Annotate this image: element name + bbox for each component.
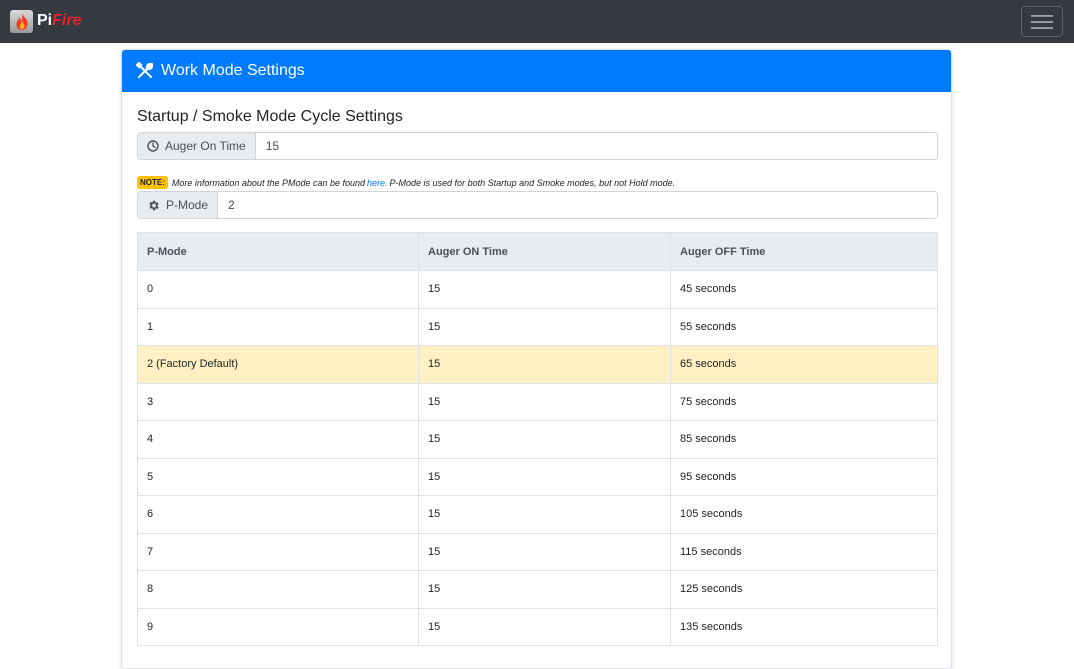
table-row: 6 15 105 seconds: [137, 495, 938, 534]
tools-icon: [136, 62, 154, 80]
pmode-info-link[interactable]: here.: [367, 178, 388, 188]
header-pmode: P-Mode: [137, 232, 419, 271]
auger-on-time-label: Auger On Time: [138, 133, 256, 159]
cell-pmode: 7: [137, 532, 419, 571]
gear-icon: [149, 200, 159, 210]
cell-auger-on: 15: [418, 270, 671, 309]
navbar-toggle-button[interactable]: [1021, 6, 1063, 37]
cell-auger-off: 135 seconds: [670, 607, 938, 646]
section-title: Startup / Smoke Mode Cycle Settings: [137, 108, 403, 125]
table-row-selected: 2 (Factory Default) 15 65 seconds: [137, 345, 938, 384]
note-text-after: P-Mode is used for both Startup and Smok…: [389, 177, 676, 188]
auger-on-time-label-text: Auger On Time: [165, 139, 246, 153]
cell-pmode: 9: [137, 607, 419, 646]
auger-on-time-group: Auger On Time: [137, 132, 938, 160]
cell-pmode: 8: [137, 570, 419, 609]
note-badge: NOTE:: [137, 176, 168, 189]
table-row: 0 15 45 seconds: [137, 270, 938, 309]
cell-auger-on: 15: [418, 420, 671, 459]
cell-auger-off: 85 seconds: [670, 420, 938, 459]
cell-auger-on: 15: [418, 307, 671, 346]
pmode-group: P-Mode: [137, 191, 938, 219]
cell-auger-on: 15: [418, 382, 671, 421]
cell-auger-off: 95 seconds: [670, 457, 938, 496]
cell-pmode: 2 (Factory Default): [137, 345, 419, 384]
table-row: 9 15 135 seconds: [137, 607, 938, 646]
pmode-input[interactable]: [218, 192, 937, 218]
cell-auger-on: 15: [418, 607, 671, 646]
card-title: Work Mode Settings: [161, 62, 305, 79]
flame-icon: [10, 9, 33, 33]
brand-link[interactable]: Pi Fire: [10, 8, 81, 34]
cell-pmode: 0: [137, 270, 419, 309]
header-auger-on: Auger ON Time: [418, 232, 671, 271]
cell-pmode: 6: [137, 495, 419, 534]
cell-auger-off: 45 seconds: [670, 270, 938, 309]
table-row: 5 15 95 seconds: [137, 457, 938, 496]
cell-auger-off: 55 seconds: [670, 307, 938, 346]
card-header: Work Mode Settings: [122, 50, 951, 92]
cell-auger-off: 125 seconds: [670, 570, 938, 609]
cell-auger-on: 15: [418, 570, 671, 609]
table-row: 4 15 85 seconds: [137, 420, 938, 459]
table-row: 1 15 55 seconds: [137, 307, 938, 346]
cell-auger-on: 15: [418, 532, 671, 571]
cell-auger-off: 115 seconds: [670, 532, 938, 571]
header-auger-off: Auger OFF Time: [670, 232, 938, 271]
cell-auger-off: 105 seconds: [670, 495, 938, 534]
table-row: 7 15 115 seconds: [137, 532, 938, 571]
table-row: 8 15 125 seconds: [137, 570, 938, 609]
cell-pmode: 3: [137, 382, 419, 421]
cell-auger-off: 65 seconds: [670, 345, 938, 384]
pmode-note: NOTE: More information about the PMode c…: [137, 176, 675, 189]
pmode-label: P-Mode: [138, 192, 219, 218]
cell-auger-on: 15: [418, 345, 671, 384]
note-text-before: More information about the PMode can be …: [171, 177, 366, 188]
cell-auger-on: 15: [418, 457, 671, 496]
table-row: 3 15 75 seconds: [137, 382, 938, 421]
table-header-row: P-Mode Auger ON Time Auger OFF Time: [137, 232, 938, 271]
pmode-label-text: P-Mode: [166, 198, 209, 212]
auger-on-time-input[interactable]: [255, 133, 937, 159]
cell-auger-on: 15: [418, 495, 671, 534]
hamburger-icon: [1031, 14, 1053, 29]
cell-auger-off: 75 seconds: [670, 382, 938, 421]
cell-pmode: 1: [137, 307, 419, 346]
brand-fire-text: Fire: [52, 12, 82, 29]
top-navbar: Pi Fire: [0, 0, 1074, 43]
brand-pi-text: Pi: [37, 12, 53, 29]
clock-icon: [147, 140, 159, 152]
work-mode-card: Work Mode Settings Startup / Smoke Mode …: [121, 49, 952, 669]
cell-pmode: 4: [137, 420, 419, 459]
pmode-table: P-Mode Auger ON Time Auger OFF Time 0 15…: [137, 232, 938, 646]
cell-pmode: 5: [137, 457, 419, 496]
